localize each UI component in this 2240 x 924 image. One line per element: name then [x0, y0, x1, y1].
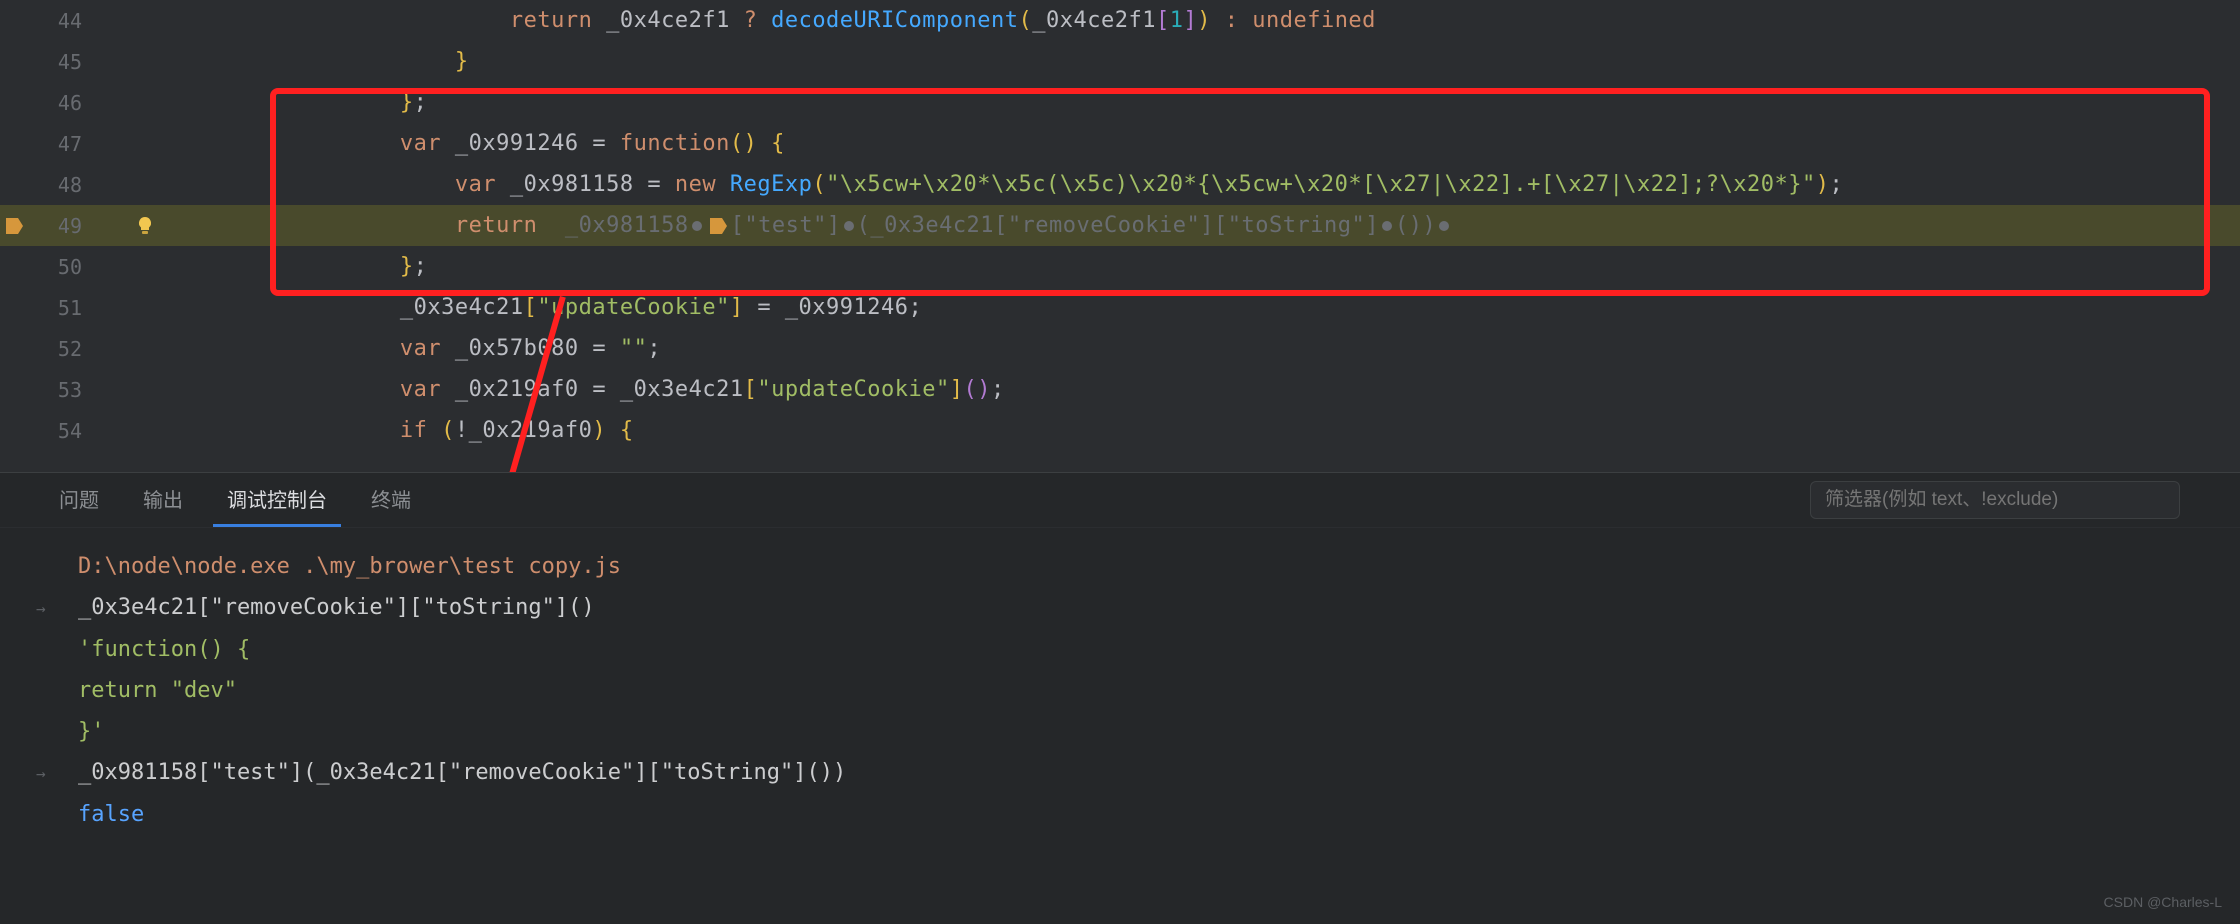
line-number: 44	[28, 9, 110, 33]
line-number: 46	[28, 91, 110, 115]
line-number: 48	[28, 173, 110, 197]
code-content[interactable]: var _0x991246 = function() {	[180, 131, 785, 156]
line-number: 50	[28, 255, 110, 279]
breakpoint-gutter[interactable]	[0, 215, 28, 237]
code-line[interactable]: 53 var _0x219af0 = _0x3e4c21["updateCook…	[0, 369, 2240, 410]
line-number: 54	[28, 419, 110, 443]
code-content[interactable]: };	[180, 90, 427, 115]
code-content[interactable]: var _0x981158 = new RegExp("\x5cw+\x20*\…	[180, 172, 1843, 197]
console-text: _0x981158["test"](_0x3e4c21["removeCooki…	[78, 752, 846, 793]
code-line[interactable]: 46 };	[0, 82, 2240, 123]
panel-tab[interactable]: 问题	[45, 473, 113, 527]
code-line[interactable]: 51 _0x3e4c21["updateCookie"] = _0x991246…	[0, 287, 2240, 328]
code-content[interactable]: var _0x57b080 = "";	[180, 336, 661, 361]
console-text: 'function() {	[78, 629, 250, 670]
console-arrow-icon: →	[28, 588, 78, 629]
console-line[interactable]: false	[28, 794, 2220, 835]
code-content[interactable]: _0x3e4c21["updateCookie"] = _0x991246;	[180, 295, 922, 320]
line-number: 49	[28, 214, 110, 238]
code-line[interactable]: 47 var _0x991246 = function() {	[0, 123, 2240, 164]
console-text: D:\node\node.exe .\my_brower\test copy.j…	[78, 546, 621, 587]
inline-eval-dot-icon	[692, 221, 702, 231]
lightbulb-icon	[134, 215, 156, 237]
line-number: 51	[28, 296, 110, 320]
code-content[interactable]: if (!_0x219af0) {	[180, 418, 634, 443]
filter-input[interactable]	[1810, 481, 2180, 519]
bulb-gutter[interactable]	[110, 215, 180, 237]
code-content[interactable]: };	[180, 254, 427, 279]
console-line[interactable]: 'function() {	[28, 629, 2220, 670]
code-content[interactable]: var _0x219af0 = _0x3e4c21["updateCookie"…	[180, 377, 1005, 402]
console-text: _0x3e4c21["removeCookie"]["toString"]()	[78, 587, 595, 628]
console-line[interactable]: return "dev"	[28, 670, 2220, 711]
code-line[interactable]: 49 return _0x981158["test"](_0x3e4c21["r…	[0, 205, 2240, 246]
code-content[interactable]: return _0x981158["test"](_0x3e4c21["remo…	[180, 213, 1452, 238]
code-line[interactable]: 44 return _0x4ce2f1 ? decodeURIComponent…	[0, 0, 2240, 41]
console-line[interactable]: → _0x981158["test"](_0x3e4c21["removeCoo…	[28, 752, 2220, 794]
watermark: CSDN @Charles-L	[2104, 894, 2222, 910]
breakpoint-icon	[3, 215, 25, 237]
code-line[interactable]: 54 if (!_0x219af0) {	[0, 410, 2240, 451]
console-arrow-icon: →	[28, 753, 78, 794]
line-number: 47	[28, 132, 110, 156]
console-text: }'	[78, 711, 105, 752]
code-line[interactable]: 50 };	[0, 246, 2240, 287]
code-line[interactable]: 45 }	[0, 41, 2240, 82]
code-content[interactable]: }	[180, 49, 469, 74]
line-number: 53	[28, 378, 110, 402]
console-text: false	[78, 794, 144, 835]
code-line[interactable]: 48 var _0x981158 = new RegExp("\x5cw+\x2…	[0, 164, 2240, 205]
inline-eval-dot-icon	[1382, 221, 1392, 231]
panel-tab[interactable]: 终端	[357, 473, 425, 527]
console-line[interactable]: → _0x3e4c21["removeCookie"]["toString"](…	[28, 587, 2220, 629]
bottom-panel: 问题输出调试控制台终端 D:\node\node.exe .\my_brower…	[0, 472, 2240, 924]
inline-breakpoint-icon	[707, 215, 729, 237]
code-content[interactable]: return _0x4ce2f1 ? decodeURIComponent(_0…	[180, 8, 1376, 33]
code-line[interactable]: 52 var _0x57b080 = "";	[0, 328, 2240, 369]
panel-tab[interactable]: 输出	[129, 473, 197, 527]
console-line[interactable]: D:\node\node.exe .\my_brower\test copy.j…	[28, 546, 2220, 587]
inline-eval-dot-icon	[1439, 221, 1449, 231]
line-number: 52	[28, 337, 110, 361]
debug-console-output[interactable]: D:\node\node.exe .\my_brower\test copy.j…	[0, 528, 2240, 835]
code-editor[interactable]: 44 return _0x4ce2f1 ? decodeURIComponent…	[0, 0, 2240, 472]
console-text: return "dev"	[78, 670, 237, 711]
inline-eval-dot-icon	[844, 221, 854, 231]
console-line[interactable]: }'	[28, 711, 2220, 752]
panel-tab[interactable]: 调试控制台	[213, 473, 341, 527]
line-number: 45	[28, 50, 110, 74]
